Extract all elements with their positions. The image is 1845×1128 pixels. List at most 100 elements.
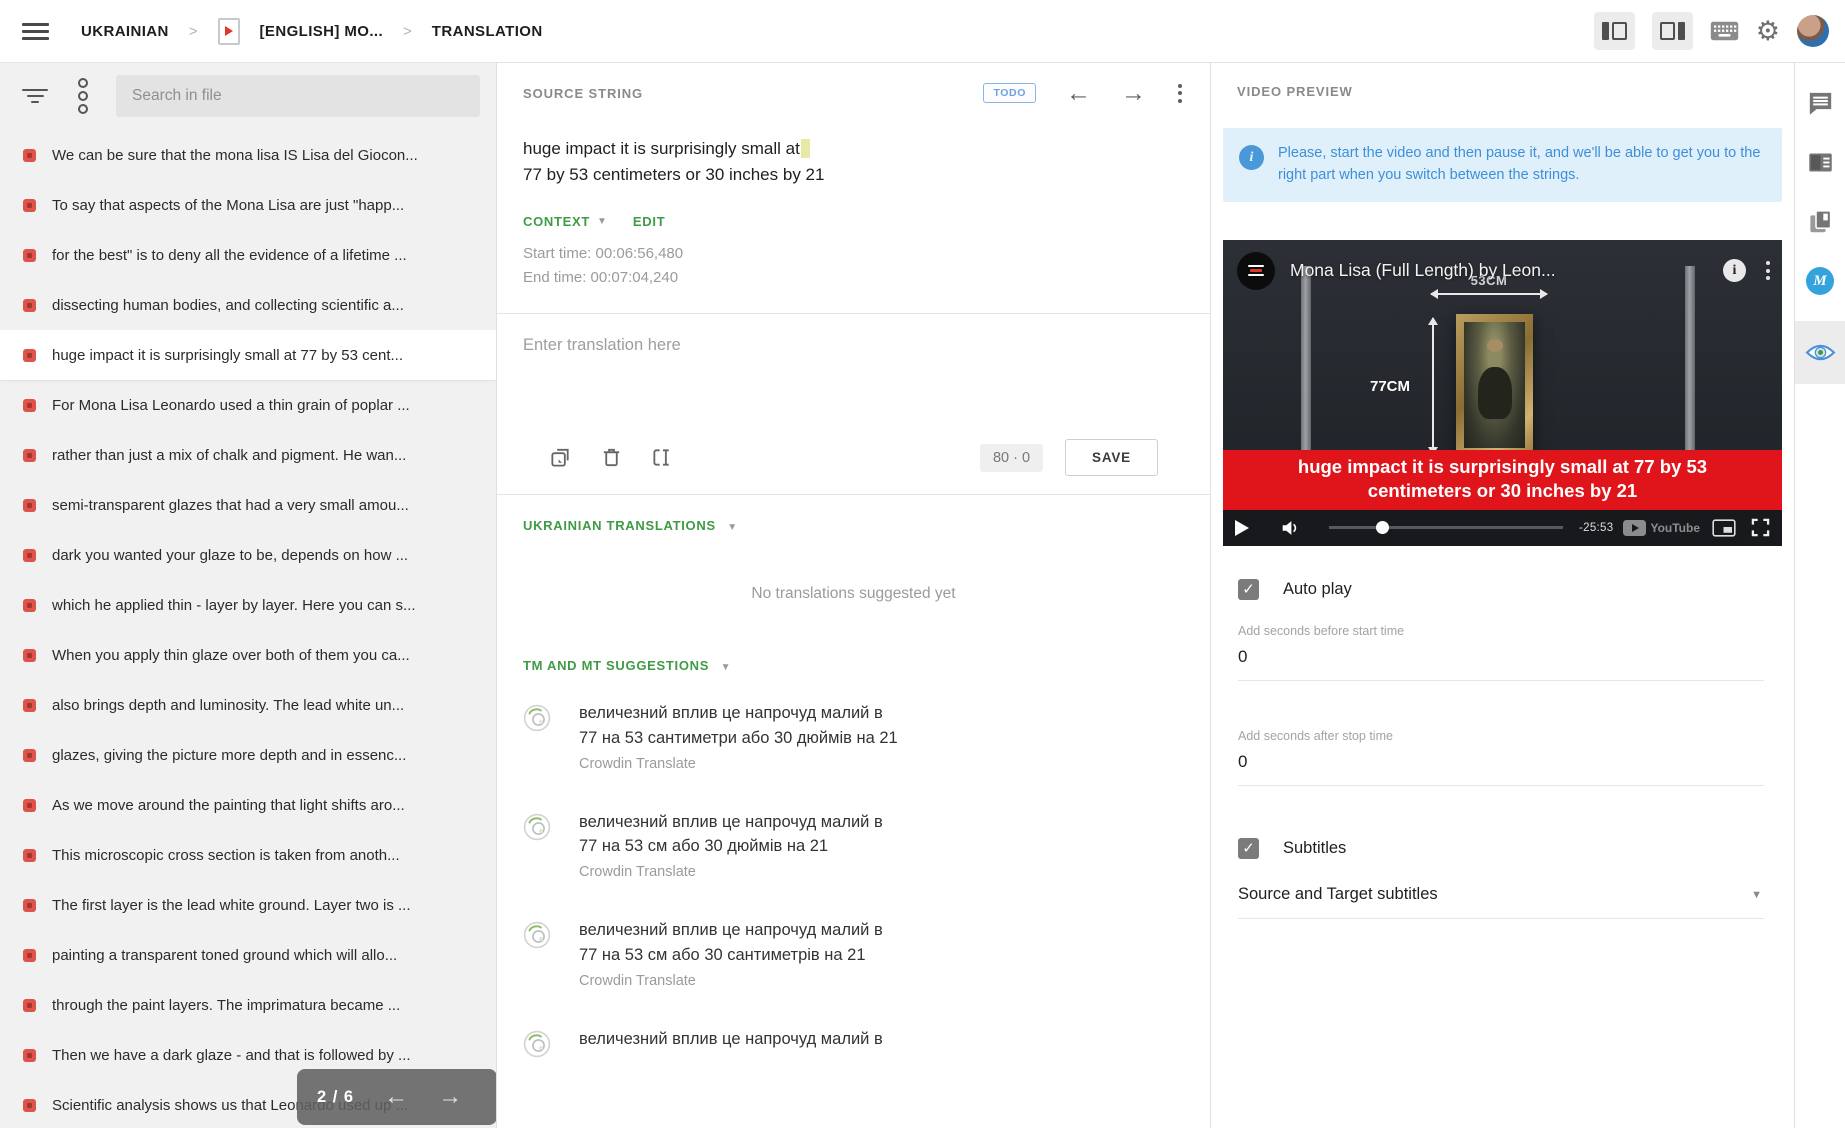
- copy-source-icon[interactable]: [549, 446, 572, 469]
- options-dots-icon[interactable]: [78, 78, 88, 114]
- video-title[interactable]: Mona Lisa (Full Length) by Leon...: [1290, 260, 1709, 281]
- text-cursor-icon[interactable]: [651, 446, 674, 469]
- source-string-text: huge impact it is surprisingly small at …: [497, 124, 1210, 189]
- autoplay-checkbox[interactable]: ✓: [1238, 579, 1259, 600]
- list-item[interactable]: semi-transparent glazes that had a very …: [0, 480, 496, 530]
- save-button[interactable]: SAVE: [1065, 439, 1158, 476]
- list-item[interactable]: For Mona Lisa Leonardo used a thin grain…: [0, 380, 496, 430]
- left-panel-icon: [1602, 22, 1627, 40]
- string-status-icon: [23, 399, 36, 412]
- list-item[interactable]: also brings depth and luminosity. The le…: [0, 680, 496, 730]
- clear-translation-trash-icon[interactable]: [600, 446, 623, 469]
- time-remaining: -25:53: [1579, 522, 1613, 534]
- subtitles-checkbox[interactable]: ✓: [1238, 838, 1259, 859]
- user-avatar[interactable]: [1797, 15, 1829, 47]
- suggestion-text: величезний вплив це напрочуд малий в77 н…: [579, 810, 883, 860]
- video-more-options-icon[interactable]: [1766, 261, 1770, 280]
- preview-mode-selected[interactable]: [1795, 321, 1845, 384]
- list-item[interactable]: The first layer is the lead white ground…: [0, 880, 496, 930]
- no-translations-message: No translations suggested yet: [523, 585, 1184, 603]
- string-context-times: Start time: 00:06:56,480 End time: 00:07…: [497, 242, 1210, 292]
- list-item-text: also brings depth and luminosity. The le…: [52, 697, 404, 714]
- subtitles-mode-select[interactable]: Source and Target subtitles ▼: [1238, 885, 1764, 919]
- list-item-text: This microscopic cross section is taken …: [52, 847, 400, 864]
- search-input[interactable]: [130, 86, 466, 106]
- settings-gear-icon[interactable]: ⚙: [1756, 18, 1780, 45]
- list-item[interactable]: for the best" is to deny all the evidenc…: [0, 230, 496, 280]
- search-box[interactable]: [116, 75, 480, 117]
- after-stop-input[interactable]: 0: [1238, 752, 1764, 786]
- video-player[interactable]: 53CM 77CM Mona Lisa (Full Length) by Leo…: [1223, 240, 1782, 546]
- list-item[interactable]: through the paint layers. The imprimatur…: [0, 980, 496, 1030]
- file-icon: [218, 18, 240, 45]
- channel-avatar[interactable]: [1237, 252, 1275, 290]
- context-pane-icon[interactable]: [1807, 149, 1834, 176]
- before-start-input[interactable]: 0: [1238, 647, 1764, 681]
- list-item-text: through the paint layers. The imprimatur…: [52, 997, 400, 1014]
- list-item[interactable]: huge impact it is surprisingly small at …: [0, 330, 496, 380]
- list-item[interactable]: We can be sure that the mona lisa IS Lis…: [0, 130, 496, 180]
- translations-section-toggle[interactable]: UKRAINIAN TRANSLATIONS: [523, 518, 716, 533]
- miniplayer-icon[interactable]: [1712, 519, 1736, 537]
- breadcrumb-file[interactable]: [ENGLISH] MO...: [260, 23, 384, 40]
- duplicate-strings-icon[interactable]: [1807, 208, 1834, 235]
- breadcrumb-mode: TRANSLATION: [432, 23, 543, 40]
- comments-icon[interactable]: [1807, 90, 1834, 117]
- list-item-text: When you apply thin glaze over both of t…: [52, 647, 410, 664]
- suggestion-item[interactable]: величезний вплив це напрочуд малий в77 н…: [523, 810, 1184, 881]
- edit-context-link[interactable]: EDIT: [633, 214, 665, 229]
- string-status-icon: [23, 849, 36, 862]
- sidebar-toolbar: [0, 62, 496, 130]
- seek-knob[interactable]: [1376, 521, 1389, 534]
- more-options-icon[interactable]: [1176, 82, 1184, 105]
- list-item-text: Then we have a dark glaze - and that is …: [52, 1047, 411, 1064]
- list-item[interactable]: To say that aspects of the Mona Lisa are…: [0, 180, 496, 230]
- list-item-text: huge impact it is surprisingly small at …: [52, 347, 403, 364]
- translation-input-placeholder[interactable]: Enter translation here: [523, 336, 1184, 355]
- hamburger-menu-icon[interactable]: [22, 19, 49, 44]
- list-item[interactable]: rather than just a mix of chalk and pigm…: [0, 430, 496, 480]
- context-toggle[interactable]: CONTEXT: [523, 214, 590, 229]
- video-info-icon[interactable]: i: [1723, 259, 1746, 282]
- next-string-arrow[interactable]: →: [1121, 81, 1146, 106]
- toggle-right-panel-button[interactable]: [1652, 12, 1693, 50]
- suggestion-item[interactable]: величезний вплив це напрочуд малий в: [523, 1027, 1184, 1058]
- filter-icon[interactable]: [22, 85, 48, 106]
- list-item[interactable]: As we move around the painting that ligh…: [0, 780, 496, 830]
- list-item-text: painting a transparent toned ground whic…: [52, 947, 397, 964]
- previous-string-arrow[interactable]: ←: [1066, 81, 1091, 106]
- tm-mt-section-toggle[interactable]: TM AND MT SUGGESTIONS: [523, 658, 709, 673]
- breadcrumb-project[interactable]: UKRAINIAN: [81, 23, 169, 40]
- list-item-text: dark you wanted your glaze to be, depend…: [52, 547, 408, 564]
- crowdin-translate-icon: [523, 813, 551, 841]
- todo-badge[interactable]: TODO: [983, 83, 1036, 103]
- suggestion-item[interactable]: величезний вплив це напрочуд малий в77 н…: [523, 701, 1184, 772]
- translation-editor[interactable]: Enter translation here 80 · 0 SAVE: [497, 313, 1210, 494]
- string-status-icon: [23, 749, 36, 762]
- string-status-icon: [23, 249, 36, 262]
- list-item[interactable]: When you apply thin glaze over both of t…: [0, 630, 496, 680]
- seek-bar[interactable]: [1329, 526, 1563, 529]
- fullscreen-icon[interactable]: [1751, 518, 1770, 537]
- keyboard-shortcuts-icon[interactable]: [1710, 21, 1739, 41]
- list-item[interactable]: which he applied thin - layer by layer. …: [0, 580, 496, 630]
- list-item[interactable]: This microscopic cross section is taken …: [0, 830, 496, 880]
- prev-page-arrow[interactable]: ←: [384, 1085, 408, 1109]
- list-item[interactable]: dark you wanted your glaze to be, depend…: [0, 530, 496, 580]
- toggle-left-panel-button[interactable]: [1594, 12, 1635, 50]
- trailing-space-highlight: [801, 139, 810, 158]
- string-status-icon: [23, 499, 36, 512]
- page-indicator: 2 / 6: [317, 1088, 354, 1107]
- chevron-down-icon: ▼: [721, 662, 731, 673]
- youtube-logo-icon: [1623, 520, 1646, 536]
- next-page-arrow[interactable]: →: [438, 1085, 462, 1109]
- string-status-icon: [23, 349, 36, 362]
- list-item[interactable]: dissecting human bodies, and collecting …: [0, 280, 496, 330]
- volume-icon[interactable]: [1279, 517, 1301, 539]
- suggestion-item[interactable]: величезний вплив це напрочуд малий в77 н…: [523, 918, 1184, 989]
- list-item[interactable]: painting a transparent toned ground whic…: [0, 930, 496, 980]
- string-status-icon: [23, 199, 36, 212]
- list-item[interactable]: glazes, giving the picture more depth an…: [0, 730, 496, 780]
- play-button[interactable]: [1235, 520, 1249, 536]
- machine-translation-icon[interactable]: M: [1806, 267, 1834, 295]
